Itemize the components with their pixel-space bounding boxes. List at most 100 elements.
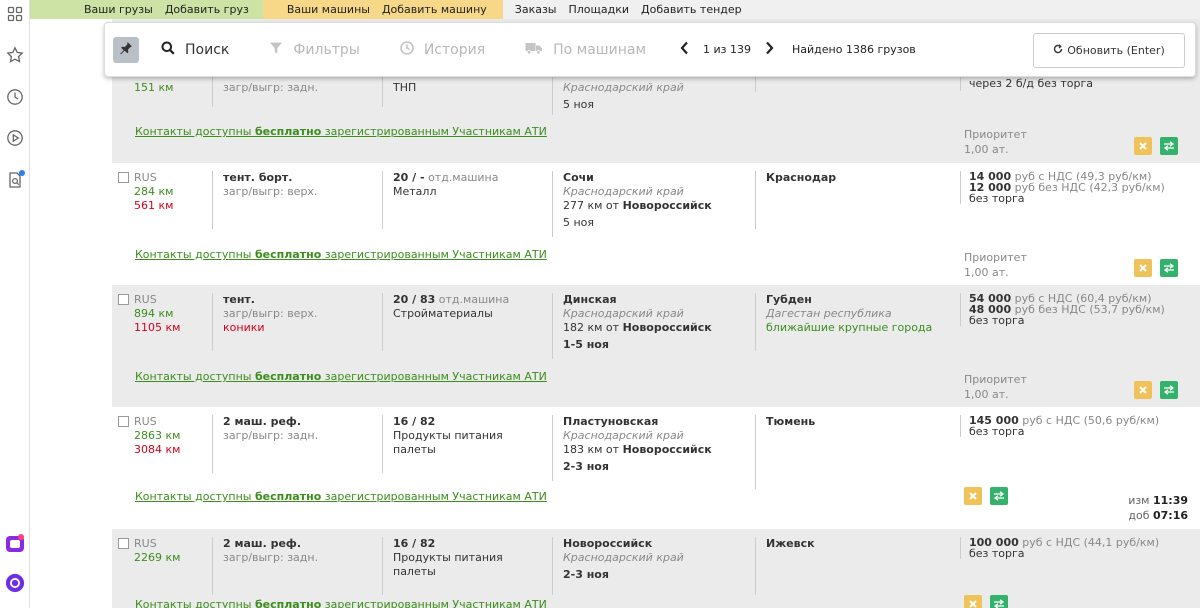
row-to-region: Дагестан республика xyxy=(766,307,892,320)
history-clock-icon xyxy=(400,40,424,59)
priority-info: Приоритет 1,00 ат. xyxy=(964,128,1027,156)
next-page-chevron-icon[interactable] xyxy=(757,40,782,59)
hide-button[interactable] xyxy=(964,487,982,505)
filters-label: Фильтры xyxy=(293,41,360,58)
hide-button[interactable] xyxy=(1134,259,1152,277)
row-to-city: Тюмень xyxy=(766,415,816,428)
row-country: RUS xyxy=(134,171,157,184)
play-icon[interactable] xyxy=(5,128,25,148)
nav-orders[interactable]: Заказы xyxy=(509,3,563,16)
history-label: История xyxy=(423,41,486,58)
by-trucks-button[interactable]: По машинам xyxy=(525,41,646,59)
row-from-distance: 183 км от xyxy=(563,443,620,456)
contacts-link[interactable]: Контакты доступны бесплатно зарегистриро… xyxy=(135,370,547,383)
reverse-route-button[interactable] xyxy=(1160,137,1178,155)
nav-your-trucks[interactable]: Ваши машины xyxy=(281,3,376,16)
nav-add-cargo[interactable]: Добавить груз xyxy=(159,3,255,16)
row-from-distance-city: Новороссийск xyxy=(622,199,712,212)
cargo-row: RUS 284 км 561 км тент. борт. загр/выгр:… xyxy=(112,163,1200,285)
row-load-date: 1-5 ноя xyxy=(563,338,609,351)
reverse-route-button[interactable] xyxy=(990,487,1008,505)
row-load-date: 5 ноя xyxy=(563,98,595,111)
refresh-button[interactable]: Обновить (Enter) xyxy=(1033,33,1185,68)
nav-group-trucks: Ваши машины Добавить машину xyxy=(262,0,503,19)
row-terms: без торга xyxy=(969,425,1025,438)
row-load-date: 2-3 ноя xyxy=(563,460,609,473)
row-added-time: 07:16 xyxy=(1152,509,1188,522)
reverse-route-button[interactable] xyxy=(1160,259,1178,277)
row-terms: без торга xyxy=(969,314,1025,327)
nav-your-cargo[interactable]: Ваши грузы xyxy=(78,3,159,16)
hide-button[interactable] xyxy=(1134,381,1152,399)
cargo-row: RUS 894 км 1105 км тент. загр/выгр: верх… xyxy=(112,285,1200,407)
row-weight-volume: 16 / 82 xyxy=(393,415,436,428)
reverse-route-button[interactable] xyxy=(1160,381,1178,399)
row-checkbox[interactable] xyxy=(118,538,129,549)
row-from-region: Краснодарский край xyxy=(563,81,684,94)
apps-grid-icon[interactable] xyxy=(5,4,25,24)
row-body-type: тент. xyxy=(223,293,255,306)
row-from-distance-city: Новороссийск xyxy=(622,321,712,334)
nav-platforms[interactable]: Площадки xyxy=(563,3,636,16)
row-actions xyxy=(964,595,1008,608)
assistant-app-icon[interactable] xyxy=(5,534,25,554)
row-from-city: Пластуновская xyxy=(563,415,659,428)
nav-add-truck[interactable]: Добавить машину xyxy=(376,3,493,16)
contacts-link[interactable]: Контакты доступны бесплатно зарегистриро… xyxy=(135,598,547,608)
cargo-row: RUS 2269 км 2 маш. реф. загр/выгр: задн.… xyxy=(112,529,1200,608)
prev-page-chevron-icon[interactable] xyxy=(672,40,697,59)
row-actions xyxy=(1134,381,1178,399)
by-trucks-label: По машинам xyxy=(553,41,647,58)
row-checkbox[interactable] xyxy=(118,294,129,305)
priority-info: Приоритет 1,00 ат. xyxy=(964,251,1027,279)
row-country: RUS xyxy=(134,537,157,550)
alice-voice-icon[interactable] xyxy=(5,573,25,593)
row-cargo-packaging: палеты xyxy=(393,565,436,578)
reverse-route-button[interactable] xyxy=(990,595,1008,608)
row-distance: 894 км xyxy=(134,307,174,320)
hide-button[interactable] xyxy=(1134,137,1152,155)
browser-sidebar xyxy=(0,0,30,608)
filter-funnel-icon xyxy=(269,41,293,59)
pin-icon xyxy=(119,41,133,58)
row-checkbox[interactable] xyxy=(118,416,129,427)
nav-add-tender[interactable]: Добавить тендер xyxy=(635,3,748,16)
row-price-terms: через 2 б/д без торга xyxy=(969,77,1093,90)
pin-toolbar-button[interactable] xyxy=(113,36,139,63)
row-body-type: 2 маш. реф. xyxy=(223,537,302,550)
row-from-region: Краснодарский край xyxy=(563,185,684,198)
contacts-link[interactable]: Контакты доступны бесплатно зарегистриро… xyxy=(135,125,547,138)
row-checkbox[interactable] xyxy=(118,172,129,183)
star-icon[interactable] xyxy=(5,45,25,65)
cargo-row: RUS 2863 км 3084 км 2 маш. реф. загр/выг… xyxy=(112,407,1200,529)
history-clock-icon[interactable] xyxy=(5,87,25,107)
search-button[interactable]: Поиск xyxy=(161,41,229,59)
document-search-icon[interactable] xyxy=(5,170,25,190)
notification-dot-icon xyxy=(19,170,25,176)
row-cargo-name: Продукты питания xyxy=(393,551,503,564)
row-weight-note: отд.машина xyxy=(438,293,510,306)
row-load-type: загр/выгр: задн. xyxy=(223,81,319,94)
page-info: 1 из 139 xyxy=(703,43,752,56)
row-distance: 151 км xyxy=(134,81,174,94)
row-to-city: Губден xyxy=(766,293,812,306)
hide-button[interactable] xyxy=(964,595,982,608)
pagination: 1 из 139 xyxy=(672,40,782,59)
history-button[interactable]: История xyxy=(400,40,486,59)
row-cargo-name: Стройматериалы xyxy=(393,307,493,320)
refresh-icon xyxy=(1053,44,1063,57)
row-distance: 284 км xyxy=(134,185,174,198)
nav-group-other: Заказы Площадки Добавить тендер xyxy=(503,0,748,19)
row-from-city: Новороссийск xyxy=(563,537,653,550)
row-from-region: Краснодарский край xyxy=(563,307,684,320)
row-terms: без торга xyxy=(969,547,1025,560)
search-toolbar: Поиск Фильтры История По машинам 1 из 13… xyxy=(104,22,1196,77)
row-changed-time: 11:39 xyxy=(1152,494,1188,507)
row-distance-total: 561 км xyxy=(134,199,174,212)
refresh-label: Обновить (Enter) xyxy=(1067,44,1165,57)
contacts-link[interactable]: Контакты доступны бесплатно зарегистриро… xyxy=(135,248,547,261)
contacts-link[interactable]: Контакты доступны бесплатно зарегистриро… xyxy=(135,490,547,503)
nearby-cities-link[interactable]: ближайшие крупные города xyxy=(766,321,960,335)
row-load-type: загр/выгр: задн. xyxy=(223,429,319,442)
filters-button[interactable]: Фильтры xyxy=(269,41,360,59)
